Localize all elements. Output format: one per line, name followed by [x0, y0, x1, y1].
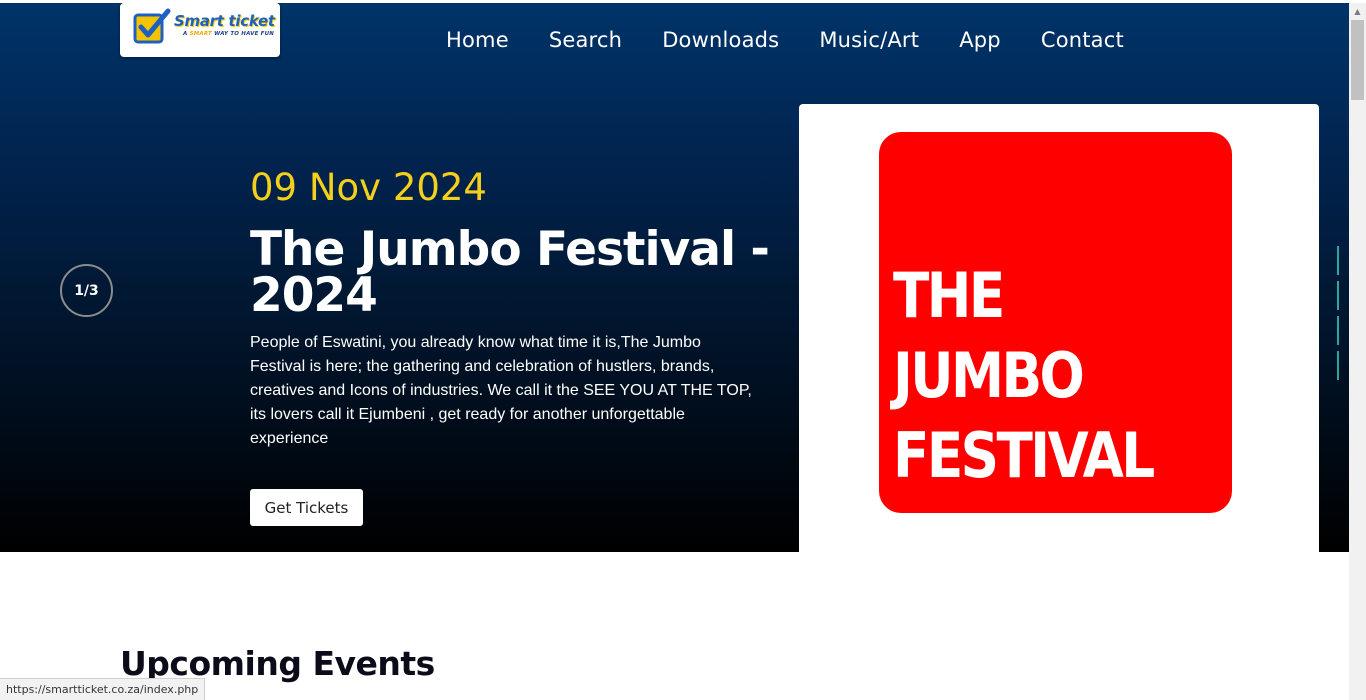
nav-item-music-art[interactable]: Music/Art	[819, 23, 919, 57]
slide-indicator[interactable]	[1337, 351, 1339, 380]
logo-tagline: A SMART WAY TO HAVE FUN	[183, 31, 275, 37]
nav-item-home[interactable]: Home	[446, 23, 509, 57]
page-scrollbar[interactable]: ▲	[1349, 3, 1366, 700]
site-logo[interactable]: Smart ticket A SMART WAY TO HAVE FUN	[120, 3, 280, 57]
event-date: 09 Nov 2024	[250, 166, 487, 209]
nav-item-app[interactable]: App	[959, 23, 1001, 57]
nav-item-downloads[interactable]: Downloads	[662, 23, 779, 57]
get-tickets-button[interactable]: Get Tickets	[250, 489, 363, 526]
logo-wordmark: Smart ticket	[174, 12, 275, 30]
nav-item-contact[interactable]: Contact	[1041, 23, 1124, 57]
nav-item-search[interactable]: Search	[549, 23, 622, 57]
event-poster: THE JUMBO FESTIVAL	[879, 132, 1232, 513]
slide-indicator[interactable]	[1337, 246, 1339, 275]
checkmark-logo-icon	[133, 8, 171, 44]
scrollbar-thumb[interactable]	[1351, 20, 1364, 100]
poster-line: FESTIVAL	[893, 419, 1155, 492]
event-description: People of Eswatini, you already know wha…	[250, 334, 752, 447]
hero-section: Smart ticket A SMART WAY TO HAVE FUN Hom…	[0, 3, 1349, 552]
slide-indicator[interactable]	[1337, 316, 1339, 345]
slide-indicator[interactable]	[1337, 281, 1339, 310]
scroll-up-arrow-icon[interactable]: ▲	[1349, 3, 1366, 20]
main-nav: Home Search Downloads Music/Art App Cont…	[446, 23, 1124, 57]
page: Smart ticket A SMART WAY TO HAVE FUN Hom…	[0, 0, 1366, 700]
slide-counter[interactable]: 1/3	[60, 264, 113, 317]
poster-line: THE	[893, 259, 1005, 332]
link-status-bar: https://smartticket.co.za/index.php	[0, 678, 206, 700]
slide-content: 09 Nov 2024 The Jumbo Festival - 2024 Pe…	[250, 163, 780, 451]
poster-line: JUMBO	[893, 339, 1085, 412]
event-poster-card[interactable]: THE JUMBO FESTIVAL	[799, 104, 1319, 552]
event-title: The Jumbo Festival - 2024	[250, 222, 770, 323]
slide-indicators	[1337, 246, 1341, 386]
